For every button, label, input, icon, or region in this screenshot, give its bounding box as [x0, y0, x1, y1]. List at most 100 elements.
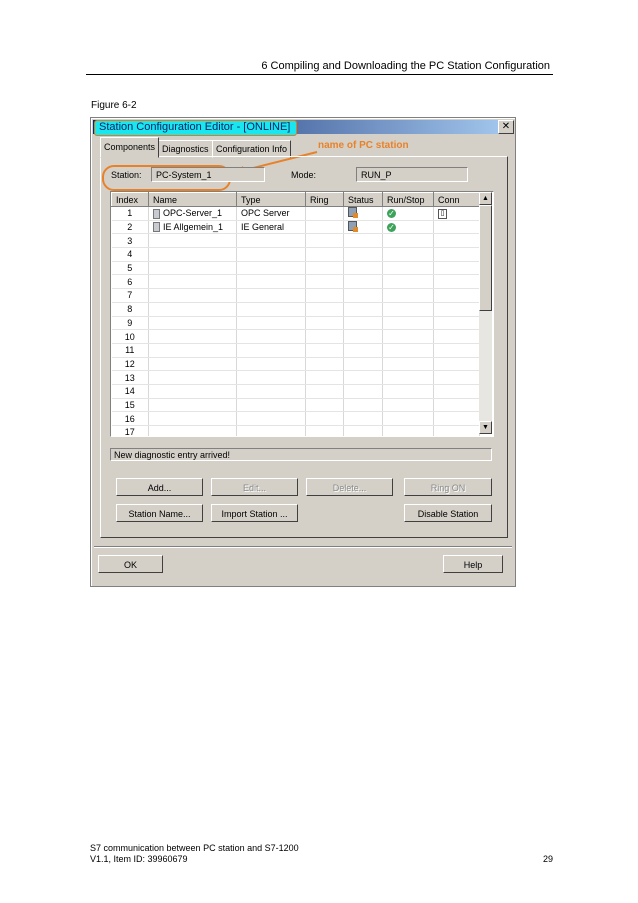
cell-name — [148, 274, 237, 290]
add-button[interactable]: Add... — [116, 478, 203, 496]
cell-name — [148, 425, 237, 436]
table-row[interactable]: 11 — [111, 343, 480, 358]
cell-name — [148, 357, 237, 372]
cell-type — [236, 357, 306, 372]
col-index[interactable]: Index — [111, 192, 149, 207]
cell-type — [236, 411, 306, 426]
station-label: Station: — [111, 170, 142, 180]
disable-station-button[interactable]: Disable Station — [404, 504, 492, 522]
cell-index: 15 — [111, 398, 149, 413]
cell-status — [343, 316, 383, 331]
cell-type — [236, 302, 306, 317]
page-number: 29 — [542, 854, 553, 864]
col-runstop[interactable]: Run/Stop — [382, 192, 434, 207]
table-row[interactable]: 7 — [111, 288, 480, 303]
col-name[interactable]: Name — [148, 192, 237, 207]
cell-runstop — [382, 288, 434, 303]
col-status[interactable]: Status — [343, 192, 383, 207]
cell-name — [148, 261, 237, 276]
close-button[interactable]: ✕ — [498, 120, 514, 134]
cell-conn — [433, 247, 480, 262]
table-row[interactable]: 15 — [111, 398, 480, 413]
cell-status — [343, 357, 383, 372]
cell-conn — [433, 329, 480, 344]
import-station-button[interactable]: Import Station ... — [211, 504, 298, 522]
run-check-icon: ✓ — [387, 223, 396, 233]
cell-conn — [433, 261, 480, 276]
cell-type-text: IE General — [241, 222, 285, 233]
annotation-name-of-pc-station: name of PC station — [318, 140, 409, 151]
cell-conn: ▯ — [433, 206, 480, 221]
table-row[interactable]: 14 — [111, 384, 480, 399]
cell-ring — [305, 288, 344, 303]
mode-label: Mode: — [291, 170, 317, 180]
ok-button[interactable]: OK — [98, 555, 163, 573]
cell-status — [343, 302, 383, 317]
cell-index-text: 7 — [127, 290, 133, 301]
cell-conn — [433, 343, 480, 358]
cell-runstop — [382, 302, 434, 317]
cell-ring — [305, 357, 344, 372]
cell-ring — [305, 206, 344, 221]
col-ring[interactable]: Ring — [305, 192, 344, 207]
cell-conn — [433, 370, 480, 385]
table-row[interactable]: 3 — [111, 233, 480, 249]
table-row[interactable]: 16 — [111, 411, 480, 426]
cell-index: 12 — [111, 357, 149, 372]
cell-conn — [433, 425, 480, 436]
cell-ring — [305, 261, 344, 276]
table-row[interactable]: 4 — [111, 247, 480, 262]
scroll-down-icon[interactable]: ▼ — [479, 421, 492, 434]
cell-index-text: 6 — [127, 276, 133, 287]
cell-status — [343, 425, 383, 436]
cell-type — [236, 274, 306, 290]
col-conn[interactable]: Conn — [433, 192, 480, 207]
run-check-icon: ✓ — [387, 209, 396, 219]
cell-runstop — [382, 261, 434, 276]
scroll-up-icon[interactable]: ▲ — [479, 192, 492, 205]
table-row[interactable]: 1 OPC-Server_1 OPC Server ✓ ▯ — [111, 206, 480, 221]
table-row[interactable]: 6 — [111, 274, 480, 290]
table-row[interactable]: 13 — [111, 370, 480, 385]
help-button[interactable]: Help — [443, 555, 503, 573]
cell-status — [343, 411, 383, 426]
status-message: New diagnostic entry arrived! — [110, 448, 492, 461]
station-field: PC-System_1 — [151, 167, 265, 182]
cell-index-text: 13 — [124, 372, 135, 383]
cell-ring — [305, 398, 344, 413]
cell-name: OPC-Server_1 — [148, 206, 237, 221]
cell-ring — [305, 370, 344, 385]
table-row[interactable]: 5 — [111, 261, 480, 276]
table-row[interactable]: 2 IE Allgemein_1 IE General ✓ — [111, 220, 480, 235]
cell-ring — [305, 233, 344, 249]
cell-index-text: 9 — [127, 317, 133, 328]
cell-index: 10 — [111, 329, 149, 344]
cell-status — [343, 370, 383, 385]
status-icon — [348, 221, 358, 233]
ring-on-button[interactable]: Ring ON — [404, 478, 492, 496]
col-type[interactable]: Type — [236, 192, 306, 207]
station-name-button[interactable]: Station Name... — [116, 504, 203, 522]
cell-name — [148, 411, 237, 426]
delete-button[interactable]: Delete... — [306, 478, 393, 496]
cell-conn — [433, 288, 480, 303]
cell-runstop — [382, 370, 434, 385]
edit-button[interactable]: Edit... — [211, 478, 298, 496]
table-row[interactable]: 12 — [111, 357, 480, 372]
table-row[interactable]: 8 — [111, 302, 480, 317]
cell-name — [148, 384, 237, 399]
cell-conn — [433, 384, 480, 399]
cell-status — [343, 247, 383, 262]
table-row[interactable]: 10 — [111, 329, 480, 344]
cell-runstop — [382, 233, 434, 249]
scroll-thumb[interactable] — [479, 205, 492, 311]
cell-index-text: 3 — [127, 235, 133, 246]
vertical-scrollbar[interactable]: ▲ ▼ — [479, 192, 492, 434]
table-row[interactable]: 17 — [111, 425, 480, 436]
tab-components[interactable]: Components — [100, 137, 160, 158]
cell-status — [343, 220, 383, 235]
cell-runstop — [382, 411, 434, 426]
table-row[interactable]: 9 — [111, 316, 480, 331]
cell-ring — [305, 220, 344, 235]
cell-conn — [433, 220, 480, 235]
